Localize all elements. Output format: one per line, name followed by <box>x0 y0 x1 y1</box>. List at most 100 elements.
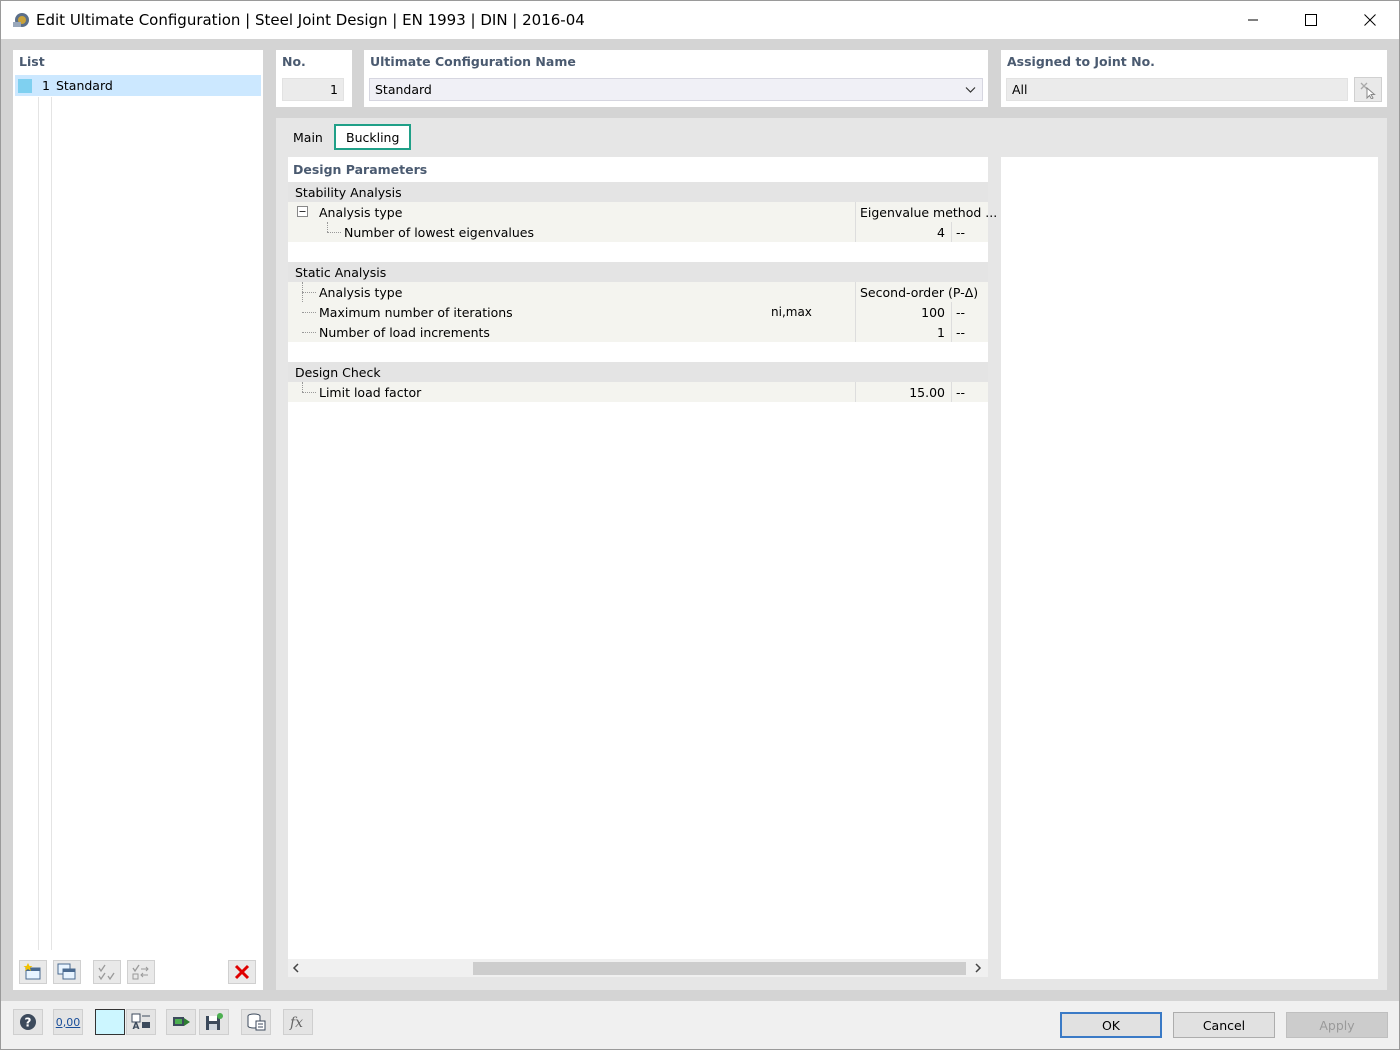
help-button[interactable]: ? <box>13 1009 43 1035</box>
scroll-right-icon[interactable] <box>974 963 982 973</box>
cancel-button-label: Cancel <box>1202 1017 1246 1033</box>
parameter-value-cell[interactable]: 100 <box>855 302 951 322</box>
select-joint-button[interactable] <box>1354 77 1382 102</box>
scroll-left-icon[interactable] <box>292 963 300 973</box>
parameter-value: 15.00 <box>909 385 945 400</box>
parameter-row-maximum-iterations[interactable]: Maximum number of iterations ni,max 100 … <box>288 302 988 322</box>
parameter-row-stability-analysis-type[interactable]: Analysis type Eigenvalue method ... <box>288 202 997 222</box>
check-all-button[interactable] <box>93 960 121 984</box>
tab-label: Buckling <box>346 129 400 145</box>
parameter-label: Analysis type <box>319 205 403 220</box>
copy-icon <box>57 963 76 980</box>
scrollbar-thumb[interactable] <box>473 962 966 975</box>
number-panel: No. 1 <box>276 50 352 107</box>
copy-item-button[interactable] <box>53 960 81 984</box>
parameter-symbol: ni,max <box>771 305 812 319</box>
close-button[interactable] <box>1341 1 1399 39</box>
number-value: 1 <box>330 82 338 97</box>
tree-line <box>327 222 328 232</box>
horizontal-scrollbar[interactable] <box>288 959 988 977</box>
window-title: Edit Ultimate Configuration | Steel Join… <box>36 11 585 29</box>
parameter-value-cell[interactable]: 1 <box>855 322 951 342</box>
parameter-row-limit-load-factor[interactable]: Limit load factor 15.00 -- <box>288 382 988 402</box>
ok-button-label: OK <box>1101 1017 1121 1033</box>
library-button[interactable] <box>241 1009 271 1035</box>
section-header-design-check[interactable]: Design Check <box>288 362 988 382</box>
tab-buckling[interactable]: Buckling <box>334 124 412 150</box>
assigned-joint-panel: Assigned to Joint No. All <box>1001 50 1387 107</box>
section-title: Static Analysis <box>295 264 387 280</box>
design-parameters-panel: Design Parameters Stability Analysis Ana… <box>288 157 997 977</box>
color-button[interactable] <box>95 1009 125 1035</box>
list-item-name: Standard <box>55 78 113 93</box>
section-header-stability-analysis[interactable]: Stability Analysis <box>288 182 988 202</box>
save-button[interactable] <box>199 1009 229 1035</box>
configuration-name-combo[interactable]: Standard <box>369 78 983 101</box>
parameter-value-cell[interactable]: 15.00 <box>855 382 951 402</box>
section-header-static-analysis[interactable]: Static Analysis <box>288 262 988 282</box>
tree-line <box>327 232 341 233</box>
close-icon <box>1364 14 1376 26</box>
list-item[interactable]: 1 Standard <box>15 75 261 96</box>
assigned-joint-value: All <box>1012 82 1028 97</box>
formula-button[interactable]: fx <box>283 1009 313 1035</box>
decimal-places-label: 0,00 <box>55 1015 81 1029</box>
ok-button[interactable]: OK <box>1060 1012 1162 1038</box>
parameter-unit-cell: -- <box>951 302 988 322</box>
delete-item-button[interactable] <box>228 960 256 984</box>
new-item-button[interactable] <box>19 960 47 984</box>
import-button[interactable] <box>166 1009 196 1035</box>
check-list-icon <box>98 964 115 981</box>
tab-main[interactable]: Main <box>283 124 333 150</box>
parameter-value: Eigenvalue method ... <box>860 205 998 220</box>
bottom-toolbar: ? 0,00 A fx OK Cancel Apply <box>1 1001 1399 1049</box>
section-title: Stability Analysis <box>295 184 402 200</box>
assigned-joint-field[interactable]: All <box>1006 78 1348 101</box>
tree-line <box>302 312 316 313</box>
list-guide-line <box>51 97 52 950</box>
list-label: List <box>19 54 45 69</box>
list-guide-line <box>38 97 39 950</box>
configuration-name-label: Ultimate Configuration Name <box>370 54 576 69</box>
design-parameters-title: Design Parameters <box>293 162 428 177</box>
number-field[interactable]: 1 <box>282 78 344 101</box>
decimal-places-button[interactable]: 0,00 <box>53 1009 83 1035</box>
parameter-row-static-analysis-type[interactable]: Analysis type Second-order (P-Δ) <box>288 282 988 342</box>
app-icon <box>13 13 29 27</box>
tree-line <box>302 292 316 293</box>
collapse-icon[interactable] <box>297 206 308 217</box>
minimize-button[interactable] <box>1224 1 1282 39</box>
parameter-value: 4 <box>937 225 945 240</box>
configuration-name-value: Standard <box>375 82 432 97</box>
parameter-row-load-increments[interactable]: Number of load increments 1 -- <box>288 322 988 342</box>
delete-icon <box>234 964 250 980</box>
tab-area: Design Parameters Stability Analysis Ana… <box>276 118 1387 990</box>
parameter-value-cell[interactable]: Eigenvalue method ... <box>855 202 997 222</box>
section-title: Design Check <box>295 364 381 380</box>
pick-cursor-icon <box>1360 82 1376 99</box>
apply-button[interactable]: Apply <box>1286 1012 1388 1038</box>
parameter-label: Limit load factor <box>319 385 422 400</box>
tree-line <box>302 382 303 392</box>
parameter-label: Analysis type <box>319 285 403 300</box>
color-swatch-icon <box>99 1012 121 1032</box>
save-icon <box>206 1013 223 1030</box>
parameter-value-cell[interactable]: 4 <box>855 222 951 242</box>
maximize-icon <box>1305 14 1317 26</box>
toggle-check-icon <box>132 964 149 980</box>
help-icon: ? <box>20 1014 36 1030</box>
title-bar: Edit Ultimate Configuration | Steel Join… <box>1 1 1399 39</box>
display-properties-button[interactable]: A <box>126 1009 156 1035</box>
cancel-button[interactable]: Cancel <box>1173 1012 1275 1038</box>
maximize-button[interactable] <box>1282 1 1340 39</box>
toggle-selection-button[interactable] <box>127 960 155 984</box>
parameter-row-number-of-lowest-eigenvalues[interactable]: Number of lowest eigenvalues 4 -- <box>288 222 988 242</box>
parameter-unit-cell: -- <box>951 322 988 342</box>
chevron-down-icon[interactable] <box>965 86 976 94</box>
list-panel: List 1 Standard <box>13 50 263 990</box>
parameter-value-cell[interactable]: Second-order (P-Δ) <box>855 282 988 302</box>
function-icon: fx <box>289 1015 303 1031</box>
parameter-label: Maximum number of iterations <box>319 305 513 320</box>
svg-text:?: ? <box>25 1016 32 1030</box>
parameter-unit: -- <box>956 305 966 320</box>
